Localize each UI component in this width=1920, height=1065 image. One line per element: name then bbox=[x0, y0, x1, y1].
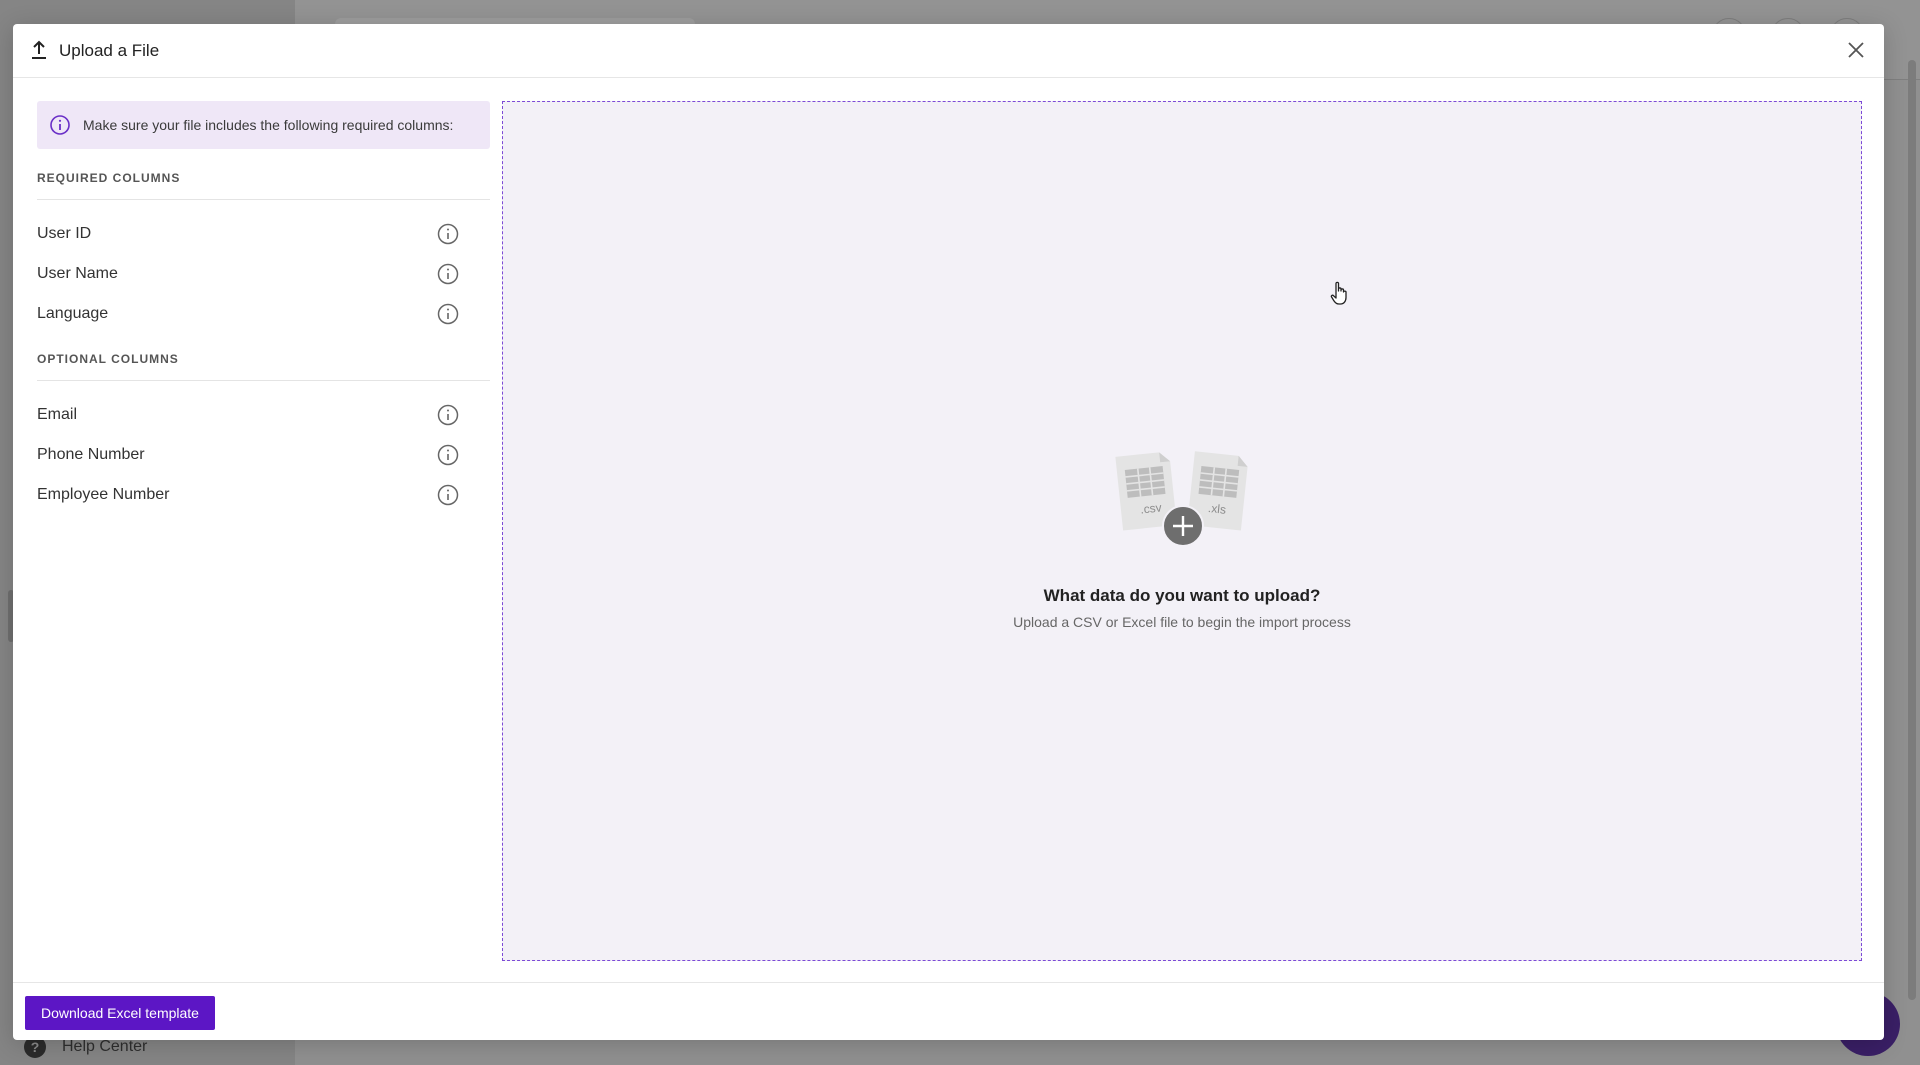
required-columns-list: User ID User Name Language bbox=[37, 214, 490, 334]
hand-cursor-icon bbox=[1330, 281, 1347, 305]
upload-icon bbox=[32, 40, 46, 59]
modal-footer: Download Excel template bbox=[13, 982, 1884, 1040]
info-banner: Make sure your file includes the followi… bbox=[37, 101, 490, 149]
info-icon[interactable] bbox=[436, 483, 460, 507]
column-label: Email bbox=[37, 406, 78, 423]
info-banner-text: Make sure your file includes the followi… bbox=[83, 117, 454, 133]
column-label: User Name bbox=[37, 265, 118, 282]
list-item: User Name bbox=[37, 254, 490, 294]
modal-header: Upload a File bbox=[13, 24, 1884, 78]
column-label: Language bbox=[37, 305, 109, 322]
background-scrollbar bbox=[1908, 60, 1916, 1000]
dropzone-subtitle: Upload a CSV or Excel file to begin the … bbox=[1013, 614, 1351, 630]
columns-panel: Make sure your file includes the followi… bbox=[37, 101, 490, 515]
required-columns-title: REQUIRED COLUMNS bbox=[37, 171, 490, 200]
list-item: Phone Number bbox=[37, 435, 490, 475]
list-item: Language bbox=[37, 294, 490, 334]
info-icon[interactable] bbox=[436, 262, 460, 286]
close-icon[interactable] bbox=[1844, 38, 1868, 62]
file-dropzone[interactable]: .csv .xls What data do you want to uploa… bbox=[502, 101, 1862, 961]
info-icon[interactable] bbox=[436, 403, 460, 427]
csv-label: .csv bbox=[1140, 500, 1163, 516]
info-icon[interactable] bbox=[436, 222, 460, 246]
info-icon[interactable] bbox=[436, 302, 460, 326]
modal-title: Upload a File bbox=[59, 41, 160, 60]
list-item: User ID bbox=[37, 214, 490, 254]
info-icon bbox=[50, 115, 70, 135]
csv-xls-files-icon: .csv .xls bbox=[1115, 451, 1248, 547]
info-icon[interactable] bbox=[436, 443, 460, 467]
upload-file-modal: Upload a File Make sure your file includ… bbox=[13, 24, 1884, 1040]
column-label: User ID bbox=[37, 225, 92, 242]
download-excel-template-button[interactable]: Download Excel template bbox=[25, 996, 215, 1030]
column-label: Employee Number bbox=[37, 486, 170, 503]
column-label: Phone Number bbox=[37, 446, 145, 463]
optional-columns-title: OPTIONAL COLUMNS bbox=[37, 352, 490, 381]
help-center-label: Help Center bbox=[62, 1038, 148, 1055]
xls-label: .xls bbox=[1207, 501, 1226, 517]
list-item: Employee Number bbox=[37, 475, 490, 515]
optional-columns-list: Email Phone Number Employee Number bbox=[37, 395, 490, 515]
list-item: Email bbox=[37, 395, 490, 435]
dropzone-title: What data do you want to upload? bbox=[1043, 586, 1321, 605]
